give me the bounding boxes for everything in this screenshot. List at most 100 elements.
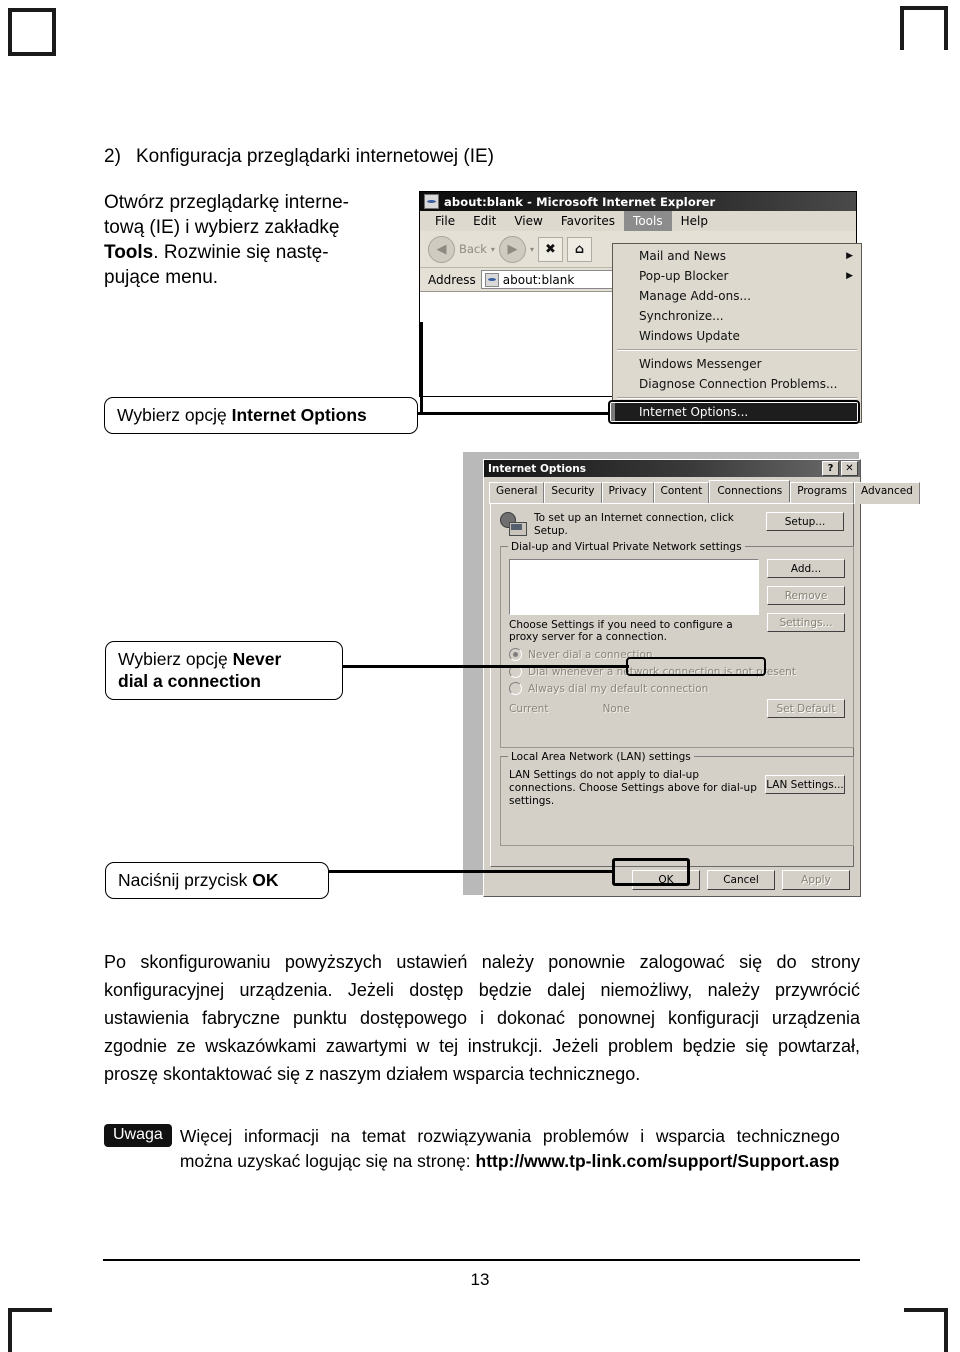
highlight-box-never-dial xyxy=(626,657,766,676)
crop-mark-top-left xyxy=(8,8,56,56)
intro-bold-tools: Tools xyxy=(104,242,154,263)
callout-never-dial-bold-1: Never xyxy=(232,649,282,669)
remove-button[interactable]: Remove xyxy=(767,586,845,605)
home-icon[interactable]: ⌂ xyxy=(566,236,592,262)
note-block: Uwaga Więcej informacji na temat rozwiązy… xyxy=(104,1124,860,1174)
help-icon[interactable]: ? xyxy=(822,461,839,476)
crop-mark-bottom-right xyxy=(904,1308,948,1352)
current-connection-row: Current None xyxy=(509,703,630,715)
ie-title-bar: about:blank - Microsoft Internet Explore… xyxy=(420,192,856,211)
body-paragraph: Po skonfigurowaniu powyższych ustawień n… xyxy=(104,952,860,1084)
dialup-vpn-group: Dial-up and Virtual Private Network sett… xyxy=(500,541,854,748)
forward-icon[interactable]: ▶ xyxy=(498,235,526,263)
internet-options-dialog: Internet Options ? ✕ General Security Pr… xyxy=(483,459,920,897)
back-label[interactable]: Back xyxy=(459,242,487,256)
section-number: 2) xyxy=(104,146,121,167)
tools-menu-separator-2 xyxy=(617,397,857,399)
tab-privacy[interactable]: Privacy xyxy=(601,482,654,504)
tools-menu-item-windows-update[interactable]: Windows Update xyxy=(613,326,861,346)
menu-item-favorites[interactable]: Favorites xyxy=(552,212,624,230)
radio-button-icon xyxy=(509,682,522,695)
callout-ok-prefix: Naciśnij przycisk xyxy=(118,870,253,890)
highlight-box-internet-options: Internet Options... xyxy=(608,400,860,424)
radio-always-dial-label: Always dial my default connection xyxy=(528,682,709,695)
tools-menu-label: Windows Update xyxy=(639,329,740,343)
cancel-button[interactable]: Cancel xyxy=(707,870,775,890)
address-value: about:blank xyxy=(502,272,575,287)
callout-internet-options: Wybierz opcję Internet Options xyxy=(104,397,418,434)
current-label: Current xyxy=(509,703,549,715)
back-dropdown-icon[interactable]: ▾ xyxy=(491,245,495,254)
apply-button[interactable]: Apply xyxy=(782,870,850,890)
callout-internet-options-bold: Internet Options xyxy=(231,405,367,425)
dialup-connections-list[interactable] xyxy=(509,559,759,615)
section-title: Konfiguracja przeglądarki internetowej (… xyxy=(136,146,495,167)
lan-settings-button[interactable]: LAN Settings... xyxy=(765,775,845,794)
leader-line-internet-options xyxy=(392,412,612,415)
tools-menu-item-popup-blocker[interactable]: Pop-up Blocker ▶ xyxy=(613,266,861,286)
setup-button[interactable]: Setup... xyxy=(766,512,844,531)
dialup-group-label: Dial-up and Virtual Private Network sett… xyxy=(508,541,745,553)
tools-menu-label: Mail and News xyxy=(639,249,727,263)
section-heading: 2) Konfiguracja przeglądarki internetowej… xyxy=(104,146,804,168)
tools-menu-item-mail-and-news[interactable]: Mail and News ▶ xyxy=(613,246,861,266)
stop-icon[interactable]: ✖ xyxy=(537,236,563,262)
tools-menu-item-diagnose-connection[interactable]: Diagnose Connection Problems... xyxy=(613,374,861,394)
tools-menu-item-windows-messenger[interactable]: Windows Messenger xyxy=(613,354,861,374)
callout-never-dial-prefix: Wybierz opcję xyxy=(118,649,233,669)
menu-item-tools[interactable]: Tools xyxy=(624,211,672,231)
leader-line-ok xyxy=(303,870,615,873)
current-value: None xyxy=(602,703,630,715)
submenu-arrow-icon: ▶ xyxy=(846,271,853,281)
callout-ok: Naciśnij przycisk OK xyxy=(105,862,329,899)
tab-general[interactable]: General xyxy=(489,482,545,504)
proxy-description: Choose Settings if you need to configure… xyxy=(509,619,733,643)
add-button[interactable]: Add... xyxy=(767,559,845,578)
page-number: 13 xyxy=(470,1270,490,1289)
ie-menu-bar: File Edit View Favorites Tools Help xyxy=(420,211,856,231)
tools-menu-label: Manage Add-ons... xyxy=(639,289,751,303)
intro-paragraph: Otwórz przeglądarkę interne- tową (IE) i… xyxy=(104,190,404,290)
tab-connections[interactable]: Connections xyxy=(709,480,791,502)
internet-connection-icon xyxy=(500,512,527,536)
crop-mark-top-right xyxy=(900,6,948,50)
highlight-box-ok xyxy=(612,858,690,886)
ie-title-text: about:blank - Microsoft Internet Explore… xyxy=(444,194,716,209)
tools-menu-label: Pop-up Blocker xyxy=(639,269,729,283)
back-icon[interactable]: ◀ xyxy=(428,235,455,263)
radio-button-icon xyxy=(509,648,522,661)
tools-menu-item-internet-options[interactable]: Internet Options... xyxy=(611,403,857,421)
menu-item-help[interactable]: Help xyxy=(672,212,717,230)
footer-rule xyxy=(103,1259,860,1261)
tools-menu-label: Synchronize... xyxy=(639,309,724,323)
tools-menu-label: Diagnose Connection Problems... xyxy=(639,377,838,391)
tab-security[interactable]: Security xyxy=(544,482,602,504)
menu-item-file[interactable]: File xyxy=(426,212,464,230)
lan-group-label: Local Area Network (LAN) settings xyxy=(508,751,694,763)
tools-menu-item-manage-addons[interactable]: Manage Add-ons... xyxy=(613,286,861,306)
intro-line-4: pujące menu. xyxy=(104,267,219,288)
lan-settings-group: Local Area Network (LAN) settings LAN Se… xyxy=(500,751,854,846)
forward-dropdown-icon[interactable]: ▾ xyxy=(530,245,534,254)
intro-line-1: Otwórz przeglądarkę interne- xyxy=(104,192,349,213)
tab-content[interactable]: Content xyxy=(653,482,710,504)
callout-never-dial: Wybierz opcję Never dial a connection xyxy=(105,641,343,700)
settings-button[interactable]: Settings... xyxy=(767,613,845,632)
lan-description: LAN Settings do not apply to dial-up con… xyxy=(509,769,757,807)
close-icon[interactable]: ✕ xyxy=(841,461,858,476)
set-default-button[interactable]: Set Default xyxy=(767,699,845,718)
submenu-arrow-icon: ▶ xyxy=(846,251,853,261)
dialog-title-text: Internet Options xyxy=(488,462,586,475)
tab-programs[interactable]: Programs xyxy=(790,482,854,504)
menu-item-edit[interactable]: Edit xyxy=(464,212,505,230)
radio-always-dial[interactable]: Always dial my default connection xyxy=(509,682,708,695)
internet-explorer-icon xyxy=(424,194,439,209)
tab-advanced[interactable]: Advanced xyxy=(853,482,920,504)
page-icon xyxy=(484,272,499,287)
tools-menu-label: Windows Messenger xyxy=(639,357,762,371)
tools-menu-item-synchronize[interactable]: Synchronize... xyxy=(613,306,861,326)
callout-internet-options-prefix: Wybierz opcję xyxy=(117,405,232,425)
leader-line-never-dial xyxy=(317,665,629,668)
connections-panel: To set up an Internet connection, click … xyxy=(490,503,854,867)
menu-item-view[interactable]: View xyxy=(505,212,551,230)
